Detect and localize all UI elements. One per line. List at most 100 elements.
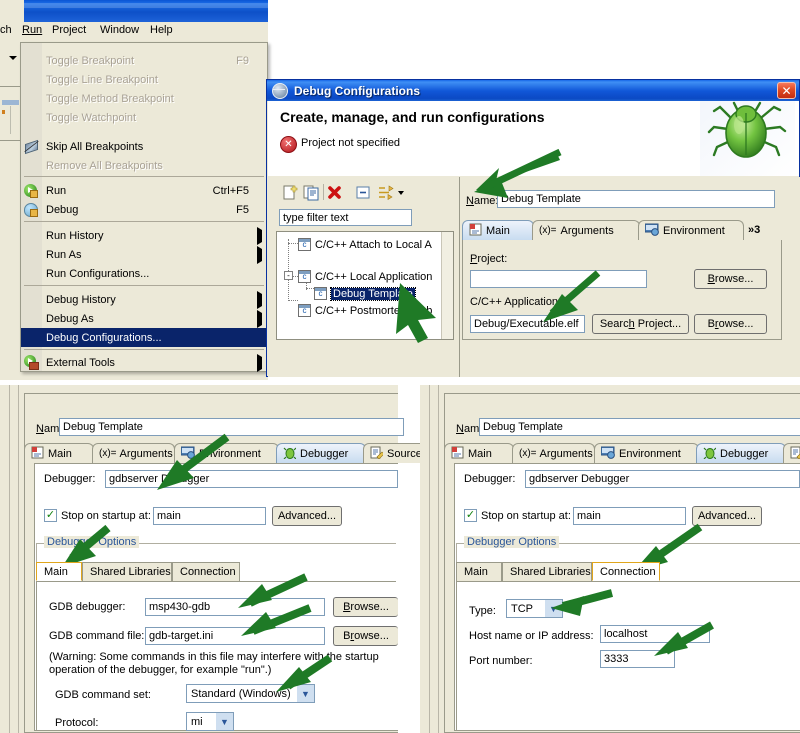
gdb-debugger-input[interactable]: msp430-gdb bbox=[145, 598, 325, 616]
chevron-down-icon[interactable] bbox=[9, 56, 17, 60]
gdb-command-file-browse-button[interactable]: Browse... bbox=[333, 626, 398, 646]
tree-guide-line bbox=[306, 288, 314, 289]
tree-item-postmortem-debugger[interactable]: c C/C++ Postmortem Deb bbox=[298, 302, 432, 319]
c-launch-icon: c bbox=[298, 238, 311, 251]
menu-item-debug[interactable]: Debug F5 bbox=[21, 200, 267, 219]
menubar-window[interactable]: Window bbox=[100, 24, 139, 36]
tree-guide-line bbox=[288, 239, 289, 301]
debugger-options-tab-connection[interactable]: Connection bbox=[592, 562, 660, 581]
chevron-down-icon[interactable]: ▼ bbox=[545, 600, 562, 617]
stop-on-startup-input[interactable]: main bbox=[573, 507, 686, 525]
menu-item-run-history[interactable]: Run History bbox=[21, 226, 267, 245]
host-name-input[interactable]: localhost bbox=[600, 625, 710, 643]
arguments-tab-icon: (x)= bbox=[99, 448, 117, 459]
tab-overflow[interactable]: »3 bbox=[742, 220, 775, 240]
menu-item-run-as[interactable]: Run As bbox=[21, 245, 267, 264]
tab-arguments[interactable]: (x)= Arguments bbox=[512, 443, 595, 463]
advanced-button[interactable]: Advanced... bbox=[692, 506, 762, 526]
new-configuration-icon[interactable] bbox=[282, 184, 299, 201]
configuration-name-input[interactable]: Debug Template bbox=[497, 190, 775, 208]
menu-item-remove-all-breakpoints[interactable]: Remove All Breakpoints bbox=[21, 156, 267, 175]
menubar-help[interactable]: Help bbox=[150, 24, 173, 36]
menu-item-debug-configurations[interactable]: Debug Configurations... bbox=[21, 328, 267, 347]
connection-type-combo[interactable]: TCP ▼ bbox=[506, 599, 563, 618]
chevron-down-icon[interactable]: ▼ bbox=[216, 713, 233, 730]
tab-main[interactable]: Main bbox=[444, 443, 514, 463]
tab-main[interactable]: Main bbox=[24, 443, 94, 463]
tab-arguments[interactable]: (x)= Arguments bbox=[532, 220, 640, 240]
configuration-name-input[interactable]: Debug Template bbox=[59, 418, 404, 436]
advanced-button[interactable]: Advanced... bbox=[272, 506, 342, 526]
gdb-debugger-browse-button[interactable]: Browse... bbox=[333, 597, 398, 617]
menu-item-skip-all-breakpoints[interactable]: Skip All Breakpoints bbox=[21, 137, 267, 156]
duplicate-configuration-icon[interactable] bbox=[303, 184, 320, 201]
menu-item-label: Toggle Watchpoint bbox=[46, 111, 137, 124]
cpp-application-browse-button[interactable]: Browse... bbox=[694, 314, 767, 334]
menubar-run[interactable]: Run bbox=[22, 24, 43, 36]
search-project-button[interactable]: Search Project... bbox=[592, 314, 689, 334]
tree-item-attach-to-local-app[interactable]: c C/C++ Attach to Local A bbox=[298, 236, 432, 253]
cpp-application-input[interactable]: Debug/Executable.elf bbox=[470, 315, 585, 333]
tab-environment[interactable]: Environment bbox=[638, 220, 744, 240]
tab-debugger[interactable]: Debugger bbox=[696, 443, 786, 463]
delete-configuration-icon[interactable] bbox=[326, 184, 343, 201]
collapse-all-icon[interactable] bbox=[355, 184, 372, 201]
tab-arguments-label: Arguments bbox=[539, 447, 593, 460]
tree-expander-local-application[interactable]: - bbox=[284, 271, 293, 280]
debug-configurations-window-icon bbox=[272, 82, 288, 99]
project-input[interactable] bbox=[470, 270, 647, 288]
menu-item-run-configurations[interactable]: Run Configurations... bbox=[21, 264, 267, 283]
tree-item-local-application[interactable]: c C/C++ Local Application bbox=[298, 268, 432, 285]
protocol-combo[interactable]: mi ▼ bbox=[186, 712, 234, 731]
chevron-down-icon[interactable]: ▼ bbox=[297, 685, 314, 702]
menubar-search-partial[interactable]: ch bbox=[0, 24, 12, 36]
port-number-input[interactable]: 3333 bbox=[600, 650, 675, 668]
menu-item-shortcut: F9 bbox=[236, 54, 249, 67]
filter-input[interactable]: type filter text bbox=[279, 209, 412, 226]
gdb-command-file-warning-line1: (Warning: Some commands in this file may… bbox=[49, 651, 379, 663]
c-launch-icon: c bbox=[298, 270, 311, 283]
menu-item-toggle-method-breakpoint[interactable]: Toggle Method Breakpoint bbox=[21, 89, 267, 108]
tree-item-debug-template[interactable]: c Debug Template bbox=[314, 285, 416, 302]
debugger-input[interactable]: gdbserver Debugger bbox=[525, 470, 800, 488]
configuration-tab-strip: Main (x)= Arguments Environment Debugger… bbox=[24, 443, 435, 463]
gdb-command-set-combo[interactable]: Standard (Windows) ▼ bbox=[186, 684, 315, 703]
debugger-options-tab-shared-libraries[interactable]: Shared Libraries bbox=[502, 562, 592, 581]
gdb-command-file-label: GDB command file: bbox=[49, 630, 145, 642]
menu-item-debug-as[interactable]: Debug As bbox=[21, 309, 267, 328]
menu-item-toggle-line-breakpoint[interactable]: Toggle Line Breakpoint bbox=[21, 70, 267, 89]
error-message: Project not specified bbox=[301, 137, 401, 149]
tab-source[interactable]: Source bbox=[783, 443, 800, 463]
tab-debugger[interactable]: Debugger bbox=[276, 443, 366, 463]
menu-item-shortcut: Ctrl+F5 bbox=[212, 184, 249, 197]
tab-arguments[interactable]: (x)= Arguments bbox=[92, 443, 175, 463]
debugger-options-tab-main[interactable]: Main bbox=[456, 562, 502, 581]
stop-on-startup-label: Stop on startup at: bbox=[481, 510, 571, 522]
tab-environment[interactable]: Environment bbox=[174, 443, 279, 463]
debugger-options-tab-connection[interactable]: Connection bbox=[172, 562, 240, 581]
gdb-command-file-input[interactable]: gdb-target.ini bbox=[145, 627, 325, 645]
menu-item-external-tools[interactable]: External Tools bbox=[21, 353, 267, 372]
menubar-project[interactable]: Project bbox=[52, 24, 86, 36]
menu-item-toggle-breakpoint[interactable]: Toggle Breakpoint F9 bbox=[21, 51, 267, 70]
chevron-down-icon[interactable] bbox=[395, 184, 407, 201]
debugger-options-tab-main[interactable]: Main bbox=[36, 562, 82, 581]
tree-scrollbar[interactable] bbox=[441, 232, 453, 339]
menu-icon-none bbox=[21, 51, 42, 70]
tab-main[interactable]: Main bbox=[462, 220, 534, 240]
menu-item-debug-history[interactable]: Debug History bbox=[21, 290, 267, 309]
port-number-value: 3333 bbox=[604, 653, 629, 665]
debugger-options-tab-shared-libraries[interactable]: Shared Libraries bbox=[82, 562, 172, 581]
menu-item-toggle-watchpoint[interactable]: Toggle Watchpoint bbox=[21, 108, 267, 127]
stop-on-startup-checkbox[interactable]: ✓ bbox=[464, 509, 477, 522]
debugger-input[interactable]: gdbserver Debugger bbox=[105, 470, 398, 488]
tab-environment[interactable]: Environment bbox=[594, 443, 699, 463]
configuration-name-input[interactable]: Debug Template bbox=[479, 418, 800, 436]
source-tab-icon bbox=[790, 446, 800, 462]
stop-on-startup-checkbox[interactable]: ✓ bbox=[44, 509, 57, 522]
menu-item-run[interactable]: Run Ctrl+F5 bbox=[21, 181, 267, 200]
filter-icon[interactable] bbox=[377, 184, 394, 201]
stop-on-startup-input[interactable]: main bbox=[153, 507, 266, 525]
close-icon[interactable]: ✕ bbox=[777, 82, 796, 99]
project-browse-button[interactable]: Browse... bbox=[694, 269, 767, 289]
